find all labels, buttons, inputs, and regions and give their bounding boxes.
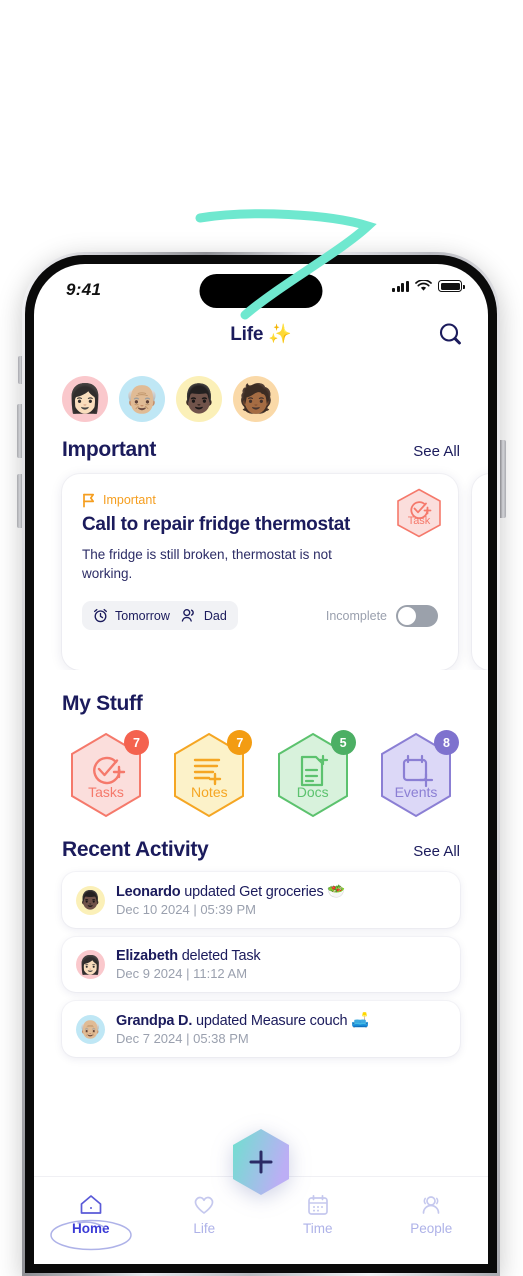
- tile-label: Notes: [191, 784, 228, 800]
- home-icon: [80, 1195, 102, 1214]
- tab-label: People: [410, 1221, 453, 1236]
- wifi-icon: [415, 280, 432, 291]
- important-section-header: Important See All: [34, 422, 488, 462]
- dynamic-island: [199, 274, 323, 308]
- section-title-important: Important: [62, 438, 157, 461]
- avatar-elizabeth[interactable]: 👩🏻: [62, 376, 108, 422]
- activity-actor: Grandpa D.: [116, 1013, 193, 1029]
- tab-time[interactable]: Time: [261, 1193, 375, 1236]
- app-header: Life ✨: [34, 318, 488, 360]
- avatar-emoji: 🧑🏾: [238, 383, 274, 414]
- tile-label: Events: [394, 784, 438, 800]
- card-flag-label: Important: [103, 493, 156, 507]
- my-stuff-tile-notes[interactable]: Notes 7: [167, 730, 253, 822]
- activity-action: updated Get groceries 🥗: [180, 884, 346, 900]
- tile-count-badge: 7: [124, 730, 149, 755]
- phone-power-button: [500, 440, 506, 518]
- screenshot-stage: 9:41 Life ✨ 👩🏻 👴🏼 👨🏿 🧑🏾 Important See Al…: [0, 0, 523, 1276]
- card-meta-chip[interactable]: Tomorrow Dad: [82, 601, 238, 631]
- avatar: 👴🏼: [76, 1014, 105, 1044]
- avatar-grandpa[interactable]: 👴🏼: [119, 376, 165, 422]
- activity-action: updated Measure couch 🛋️: [192, 1013, 370, 1029]
- important-card-next-peek[interactable]: [472, 474, 488, 670]
- people-icon: [181, 609, 194, 623]
- task-badge-label: Task: [408, 515, 431, 527]
- my-stuff-tile-events[interactable]: Events 8: [374, 730, 459, 822]
- recent-activity-section-header: Recent Activity See All: [34, 822, 488, 862]
- activity-timestamp: Dec 9 2024 | 11:12 AM: [116, 966, 248, 981]
- battery-full-icon: [438, 280, 465, 292]
- my-stuff-section-header: My Stuff: [34, 670, 488, 716]
- tile-count-badge: 8: [433, 730, 459, 755]
- avatar: 👩🏻: [76, 950, 105, 979]
- calendar-icon: [307, 1194, 328, 1215]
- alarm-clock-icon: [94, 609, 107, 623]
- my-stuff-tiles: Tasks 7 Notes 7 Docs 5 Events 8: [34, 716, 488, 822]
- section-title-recent-activity: Recent Activity: [62, 838, 209, 861]
- activity-timestamp: Dec 7 2024 | 05:38 PM: [116, 1031, 249, 1046]
- avatar-emoji: 👨🏿: [79, 890, 102, 910]
- status-bar-time: 9:41: [66, 280, 102, 299]
- important-task-card[interactable]: Important Call to repair fridge thermost…: [62, 474, 458, 670]
- avatar: 👨🏿: [76, 885, 105, 915]
- activity-actor: Elizabeth: [116, 948, 178, 964]
- section-title-my-stuff: My Stuff: [62, 692, 143, 715]
- add-button[interactable]: [230, 1128, 292, 1196]
- card-status-label: Incomplete: [325, 608, 387, 623]
- tab-label: Life: [193, 1221, 216, 1236]
- avatar-emoji: 👨🏿: [181, 383, 217, 414]
- tab-life[interactable]: Life: [148, 1193, 262, 1236]
- phone-screen: 9:41 Life ✨ 👩🏻 👴🏼 👨🏿 🧑🏾 Important See Al…: [34, 264, 488, 1264]
- avatar-row[interactable]: 👩🏻 👴🏼 👨🏿 🧑🏾: [34, 360, 488, 422]
- avatar-dad[interactable]: 🧑🏾: [233, 376, 279, 422]
- heart-icon: [194, 1196, 214, 1214]
- activity-timestamp: Dec 10 2024 | 05:39 PM: [116, 902, 256, 917]
- search-icon: [439, 323, 461, 345]
- avatar-emoji: 👴🏼: [79, 1019, 102, 1039]
- activity-action: deleted Task: [177, 948, 261, 964]
- card-description: The fridge is still broken, thermostat i…: [82, 547, 332, 582]
- avatar-emoji: 👴🏼: [124, 383, 160, 414]
- tab-label: Time: [303, 1221, 333, 1236]
- tab-label: Home: [71, 1221, 110, 1236]
- status-bar: 9:41: [34, 264, 488, 318]
- recent-activity-list: 👨🏿 Leonardo updated Get groceries 🥗 Dec …: [34, 862, 488, 1057]
- cellular-signal-icon: [392, 280, 409, 292]
- tile-label: Tasks: [88, 784, 124, 800]
- tile-count-badge: 5: [330, 730, 356, 755]
- flag-icon: [83, 493, 95, 507]
- my-stuff-tile-tasks[interactable]: Tasks 7: [64, 730, 149, 822]
- card-title: Call to repair fridge thermostat: [82, 514, 351, 535]
- important-card-carousel[interactable]: Important Call to repair fridge thermost…: [34, 462, 488, 670]
- tab-people[interactable]: People: [375, 1193, 489, 1236]
- avatar-emoji: 👩🏻: [67, 383, 103, 414]
- card-complete-toggle[interactable]: [396, 604, 438, 627]
- activity-actor: Leonardo: [116, 884, 181, 900]
- see-all-important-link[interactable]: See All: [413, 443, 460, 460]
- phone-frame: 9:41 Life ✨ 👩🏻 👴🏼 👨🏿 🧑🏾 Important See Al…: [22, 252, 500, 1276]
- search-button[interactable]: [436, 320, 466, 350]
- see-all-activity-link[interactable]: See All: [413, 843, 460, 860]
- tab-home[interactable]: Home: [34, 1193, 148, 1251]
- my-stuff-tile-docs[interactable]: Docs 5: [271, 730, 356, 822]
- tile-label: Docs: [296, 784, 329, 800]
- avatar-emoji: 👩🏻: [79, 954, 102, 975]
- page-title: Life ✨: [230, 324, 292, 345]
- list-item[interactable]: 👨🏿 Leonardo updated Get groceries 🥗 Dec …: [62, 872, 460, 928]
- list-item[interactable]: 👩🏻 Elizabeth deleted Task Dec 9 2024 | 1…: [62, 937, 460, 992]
- avatar-leonardo[interactable]: 👨🏿: [176, 376, 222, 422]
- task-type-badge: Task: [397, 488, 441, 538]
- list-item[interactable]: 👴🏼 Grandpa D. updated Measure couch 🛋️ D…: [62, 1001, 460, 1057]
- people-icon: [422, 1196, 440, 1214]
- card-due-label: Tomorrow: [115, 608, 170, 623]
- card-assignee-label: Dad: [203, 608, 227, 623]
